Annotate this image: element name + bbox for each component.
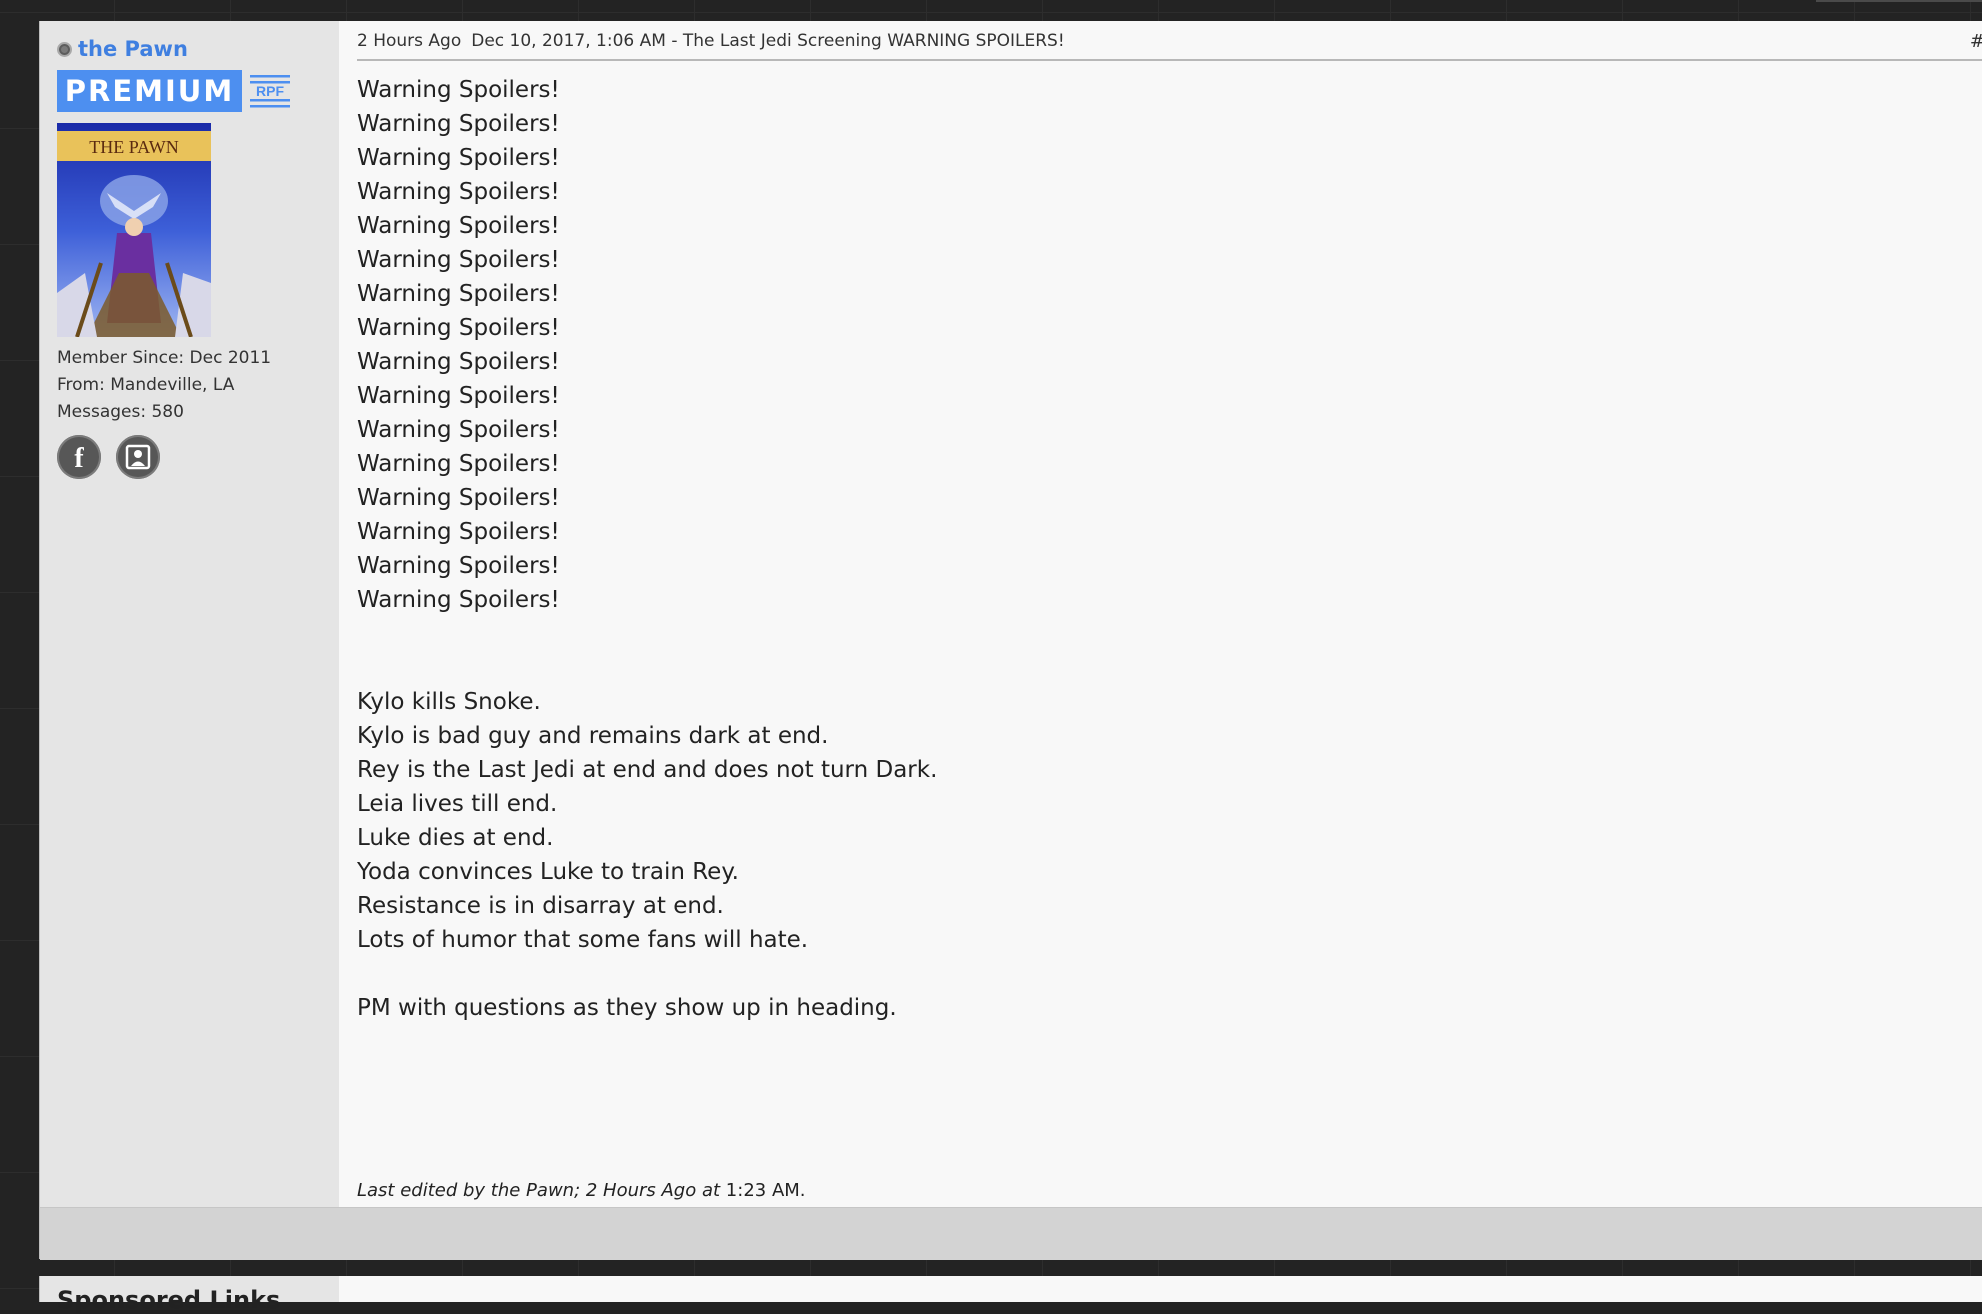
member-since: Member Since: Dec 2011 [57,348,272,368]
spoiler-line: Lots of humor that some fans will hate. [357,927,809,953]
post-header: 2 Hours Ago Dec 10, 2017, 1:06 AM - The L… [357,31,1982,61]
closing-line: PM with questions as they show up in hea… [357,995,897,1021]
next-post: Sponsored Links [39,1276,1982,1314]
avatar-title: THE PAWN [89,137,178,157]
edit-note-time: 1:23 AM. [725,1180,806,1201]
member-location: From: Mandeville, LA [57,375,235,395]
spoiler-line: Resistance is in disarray at end. [357,893,724,919]
rpf-logo-icon: RPF [248,69,292,113]
warning-line: Warning Spoilers! [357,111,560,137]
warning-line: Warning Spoilers! [357,145,560,171]
post-footer-bar [40,1207,1982,1260]
spoiler-line: Kylo kills Snoke. [357,689,541,715]
post-title: Dec 10, 2017, 1:06 AM - The Last Jedi Sc… [471,31,1065,51]
username-link[interactable]: the Pawn [78,37,188,61]
profile-card-icon[interactable] [116,435,160,479]
premium-row: PREMIUM RPF [57,69,292,113]
member-info: Member Since: Dec 2011 From: Mandeville,… [57,345,271,426]
spoiler-line: Leia lives till end. [357,791,558,817]
warning-line: Warning Spoilers! [357,587,560,613]
warning-line: Warning Spoilers! [357,383,560,409]
warning-line: Warning Spoilers! [357,281,560,307]
warning-line: Warning Spoilers! [357,213,560,239]
warning-line: Warning Spoilers! [357,247,560,273]
post-relative-time: 2 Hours Ago [357,31,462,51]
spoiler-line: Yoda convinces Luke to train Rey. [357,859,739,885]
warning-line: Warning Spoilers! [357,179,560,205]
post-permalink[interactable]: # [1970,31,1982,52]
warning-line: Warning Spoilers! [357,451,560,477]
warning-line: Warning Spoilers! [357,485,560,511]
social-links: f [57,435,175,479]
spoiler-line: Luke dies at end. [357,825,554,851]
user-avatar[interactable]: THE PAWN [57,123,211,337]
warning-line: Warning Spoilers! [357,349,560,375]
spoiler-line: Rey is the Last Jedi at end and does not… [357,757,938,783]
spoiler-lines: Kylo kills Snoke. Kylo is bad guy and rem… [357,685,937,957]
svg-text:RPF: RPF [256,83,284,99]
facebook-icon[interactable]: f [57,435,101,479]
username-row: the Pawn [57,35,188,63]
top-strip [1816,0,1982,2]
warning-line: Warning Spoilers! [357,553,560,579]
member-messages: Messages: 580 [57,402,184,422]
warning-line: Warning Spoilers! [357,315,560,341]
premium-badge: PREMIUM [57,70,242,112]
forum-post: the Pawn PREMIUM RPF THE PAWN Member Sin… [39,21,1982,1260]
next-post-user-panel: Sponsored Links [40,1276,339,1314]
spoiler-line: Kylo is bad guy and remains dark at end. [357,723,829,749]
post-body: Warning Spoilers! Warning Spoilers! Warnin… [357,73,937,1025]
edit-note: Last edited by the Pawn; 2 Hours Ago at … [357,1180,806,1201]
warning-lines: Warning Spoilers! Warning Spoilers! Warnin… [357,73,937,617]
sponsored-links-heading: Sponsored Links [57,1286,281,1314]
warning-line: Warning Spoilers! [357,519,560,545]
edit-note-text: Last edited by the Pawn; 2 Hours Ago at [357,1180,721,1201]
warning-line: Warning Spoilers! [357,77,560,103]
offline-status-icon [57,41,72,57]
warning-line: Warning Spoilers! [357,417,560,443]
user-info-panel: the Pawn PREMIUM RPF THE PAWN Member Sin… [40,21,339,1207]
